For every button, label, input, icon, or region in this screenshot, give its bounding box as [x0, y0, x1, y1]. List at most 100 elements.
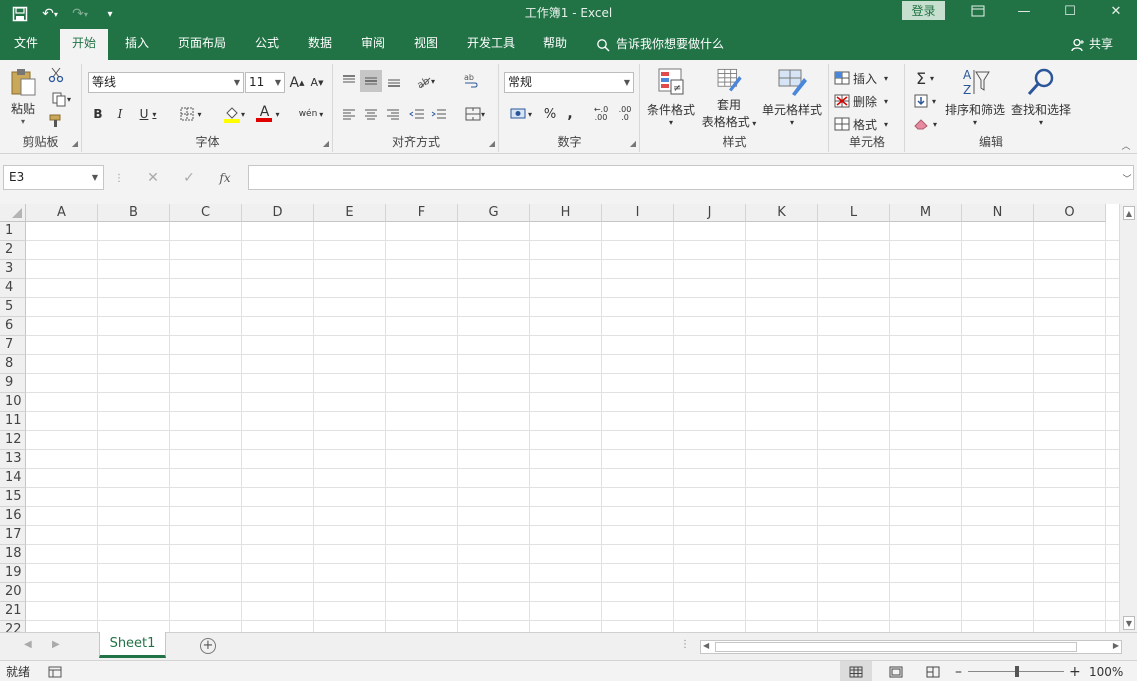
font-size-combo[interactable]: 11 ▼: [245, 72, 285, 93]
tab-file[interactable]: 文件: [4, 29, 48, 60]
formula-input[interactable]: [248, 165, 1134, 190]
tab-data[interactable]: 数据: [299, 29, 341, 60]
top-align-icon[interactable]: [339, 70, 359, 92]
paste-button[interactable]: 粘贴 ▾: [6, 66, 40, 128]
percent-style-button[interactable]: %: [541, 104, 559, 124]
copy-icon[interactable]: ▾: [46, 90, 76, 108]
tab-home[interactable]: 开始: [60, 29, 108, 60]
tab-insert[interactable]: 插入: [116, 29, 158, 60]
tab-split-grip-icon[interactable]: ⋮: [680, 639, 690, 650]
column-header[interactable]: I: [602, 204, 674, 222]
cut-icon[interactable]: [46, 66, 66, 84]
tab-page-layout[interactable]: 页面布局: [170, 29, 234, 60]
scroll-left-icon[interactable]: ◀: [703, 641, 709, 650]
bold-button[interactable]: B: [89, 104, 107, 124]
horizontal-scrollbar[interactable]: ◀ ▶: [700, 640, 1122, 654]
cell-styles-button[interactable]: 单元格样式 ▾: [759, 66, 825, 130]
column-header[interactable]: J: [674, 204, 746, 222]
underline-button[interactable]: U ▾: [133, 104, 163, 124]
tab-review[interactable]: 审阅: [352, 29, 394, 60]
delete-cells-button[interactable]: 删除 ▾: [834, 91, 900, 111]
tab-developer[interactable]: 开发工具: [458, 29, 524, 60]
fill-icon[interactable]: ▾: [908, 91, 942, 111]
row-header[interactable]: 5: [0, 298, 26, 317]
row-header[interactable]: 12: [0, 431, 26, 450]
clear-icon[interactable]: ▾: [908, 114, 942, 134]
merge-center-icon[interactable]: ▾: [460, 104, 490, 124]
borders-icon[interactable]: ▾: [175, 104, 207, 124]
column-header[interactable]: K: [746, 204, 818, 222]
scroll-up-icon[interactable]: ▲: [1123, 206, 1135, 220]
expand-formula-bar-icon[interactable]: ﹀: [1120, 170, 1134, 186]
column-header[interactable]: O: [1034, 204, 1106, 222]
tab-formulas[interactable]: 公式: [246, 29, 288, 60]
row-header[interactable]: 4: [0, 279, 26, 298]
horizontal-scroll-thumb[interactable]: [715, 642, 1077, 652]
row-header[interactable]: 20: [0, 583, 26, 602]
add-sheet-icon[interactable]: +: [200, 638, 216, 654]
format-painter-icon[interactable]: [46, 112, 66, 130]
font-launcher-icon[interactable]: ◢: [323, 139, 329, 148]
format-as-table-button[interactable]: 套用 表格格式 ▾: [699, 66, 759, 130]
column-header[interactable]: H: [530, 204, 602, 222]
cancel-entry-icon[interactable]: ✕: [135, 170, 171, 186]
row-header[interactable]: 1: [0, 222, 26, 241]
column-header[interactable]: E: [314, 204, 386, 222]
column-header[interactable]: M: [890, 204, 962, 222]
next-sheet-icon[interactable]: ▶: [52, 639, 60, 650]
scroll-down-icon[interactable]: ▼: [1123, 616, 1135, 630]
ribbon-display-options-icon[interactable]: [955, 0, 1001, 22]
insert-cells-button[interactable]: 插入 ▾: [834, 68, 900, 88]
font-color-icon[interactable]: A ▾: [253, 104, 283, 124]
zoom-level[interactable]: 100%: [1089, 661, 1123, 681]
clipboard-launcher-icon[interactable]: ◢: [72, 139, 78, 148]
bottom-align-icon[interactable]: [384, 70, 404, 92]
column-header[interactable]: N: [962, 204, 1034, 222]
row-header[interactable]: 19: [0, 564, 26, 583]
row-header[interactable]: 13: [0, 450, 26, 469]
prev-sheet-icon[interactable]: ◀: [24, 639, 32, 650]
row-header[interactable]: 15: [0, 488, 26, 507]
maximize-icon[interactable]: ☐: [1047, 0, 1093, 22]
row-header[interactable]: 2: [0, 241, 26, 260]
accounting-format-icon[interactable]: ▾: [504, 104, 538, 124]
column-header[interactable]: D: [242, 204, 314, 222]
autosum-icon[interactable]: Σ ▾: [908, 68, 942, 88]
row-header[interactable]: 11: [0, 412, 26, 431]
column-header[interactable]: B: [98, 204, 170, 222]
phonetic-guide-icon[interactable]: wén ▾: [295, 104, 327, 124]
row-header[interactable]: 21: [0, 602, 26, 621]
grow-font-icon[interactable]: A ▲: [288, 72, 306, 93]
login-button[interactable]: 登录: [902, 1, 945, 20]
cell-area[interactable]: [26, 222, 1119, 632]
decrease-decimal-icon[interactable]: .00.0: [614, 104, 636, 124]
increase-indent-icon[interactable]: [429, 104, 449, 124]
close-icon[interactable]: ✕: [1093, 0, 1137, 22]
tell-me-search[interactable]: 告诉我你想要做什么: [596, 29, 724, 60]
font-name-combo[interactable]: 等线 ▼: [88, 72, 244, 93]
zoom-out-button[interactable]: –: [955, 661, 962, 681]
shrink-font-icon[interactable]: A ▼: [308, 72, 326, 93]
row-header[interactable]: 3: [0, 260, 26, 279]
align-left-icon[interactable]: [339, 104, 359, 124]
increase-decimal-icon[interactable]: ←.0.00: [590, 104, 612, 124]
macro-record-icon[interactable]: [48, 661, 62, 681]
name-box[interactable]: E3 ▼: [3, 165, 104, 190]
scroll-right-icon[interactable]: ▶: [1113, 641, 1119, 650]
select-all-corner[interactable]: [0, 204, 26, 222]
sheet-tab-sheet1[interactable]: Sheet1: [99, 632, 166, 658]
row-header[interactable]: 7: [0, 336, 26, 355]
column-header[interactable]: G: [458, 204, 530, 222]
collapse-ribbon-icon[interactable]: ︿: [1118, 138, 1134, 152]
wrap-text-icon[interactable]: ab: [460, 70, 482, 92]
row-header[interactable]: 8: [0, 355, 26, 374]
worksheet-grid[interactable]: ABCDEFGHIJKLMNO 1 2 3 4 5 6 7 8 9 10 11 12 13 14 15 16 1…: [0, 204, 1119, 632]
column-header[interactable]: A: [26, 204, 98, 222]
number-launcher-icon[interactable]: ◢: [630, 139, 636, 148]
insert-function-button[interactable]: fx: [207, 171, 243, 185]
align-center-icon[interactable]: [361, 104, 381, 124]
row-header[interactable]: 22: [0, 621, 26, 632]
tab-view[interactable]: 视图: [405, 29, 447, 60]
column-header[interactable]: F: [386, 204, 458, 222]
row-header[interactable]: 10: [0, 393, 26, 412]
